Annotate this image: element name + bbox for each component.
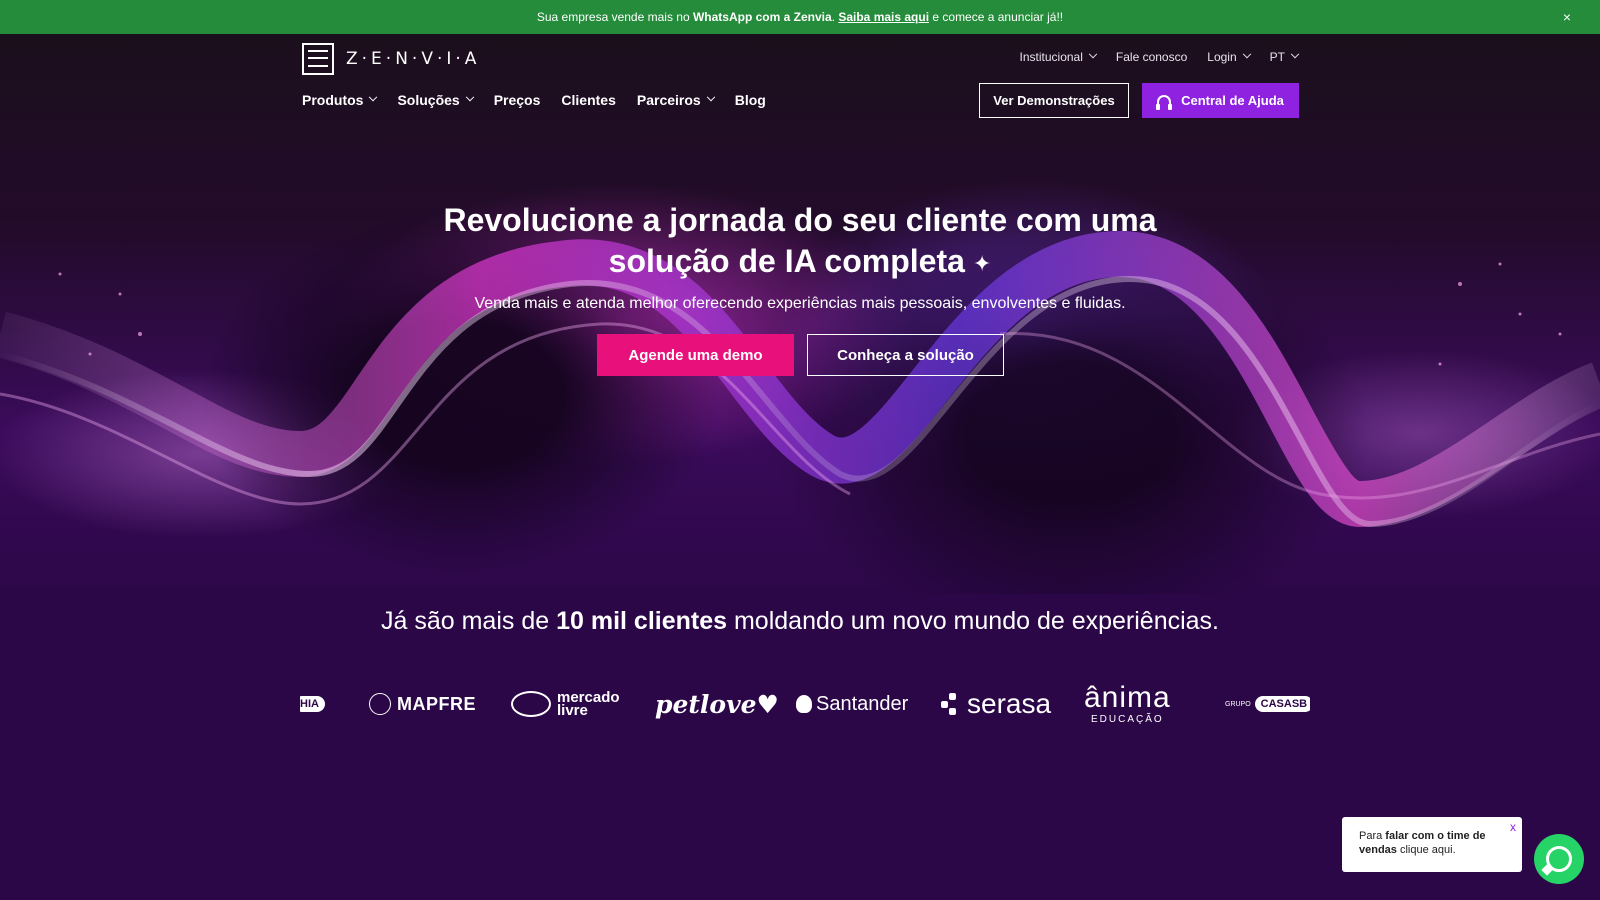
chevron-down-icon [1088, 49, 1098, 59]
main-nav: Produtos Soluções Preços Clientes Parcei… [302, 92, 766, 108]
client-logo-petlove: petlove♥ [655, 689, 779, 719]
nav-clientes[interactable]: Clientes [561, 92, 615, 108]
client-logo-anima: ânima EDUCAÇÃO [1084, 681, 1171, 725]
client-logo-mercado-livre: mercado livre [511, 676, 620, 732]
announcement-link[interactable]: Saiba mais aqui [838, 10, 929, 24]
hero-background [0, 34, 1600, 594]
chevron-down-icon [1290, 49, 1300, 59]
nav-precos[interactable]: Preços [494, 92, 541, 108]
client-logo-carousel: HIA MAPFRE mercado livre petlove♥ Santand… [300, 676, 1310, 732]
close-icon[interactable]: × [1558, 8, 1576, 26]
client-logo-mapfre: MAPFRE [369, 676, 476, 732]
client-logo-casas-bahia: GRUPO CASASB [1225, 676, 1310, 732]
serasa-dots-icon [941, 693, 963, 715]
nav-blog[interactable]: Blog [735, 92, 766, 108]
ver-demonstracoes-button[interactable]: Ver Demonstrações [979, 83, 1129, 118]
santander-flame-icon [796, 695, 812, 713]
announcement-text: Sua empresa vende mais no WhatsApp com a… [536, 10, 1064, 24]
whatsapp-icon [1546, 846, 1572, 872]
headset-icon [1156, 94, 1173, 110]
sparkle-icon: ✦ [972, 251, 992, 277]
central-de-ajuda-button[interactable]: Central de Ajuda [1142, 83, 1299, 118]
conheca-solucao-button[interactable]: Conheça a solução [807, 334, 1004, 376]
chevron-down-icon [1242, 49, 1251, 59]
announcement-bar: Sua empresa vende mais no WhatsApp com a… [0, 0, 1600, 34]
sales-chat-tooltip[interactable]: Para falar com o time de vendas clique a… [1342, 817, 1522, 872]
topnav-language[interactable]: PT [1270, 49, 1300, 64]
nav-produtos[interactable]: Produtos [302, 92, 378, 108]
agende-demo-button[interactable]: Agende uma demo [597, 334, 794, 376]
handshake-icon [511, 691, 551, 717]
zenvia-logo-icon [302, 43, 334, 75]
hero-title: Revolucione a jornada do seu cliente com… [300, 200, 1300, 284]
whatsapp-button[interactable] [1534, 834, 1584, 884]
chevron-down-icon [465, 92, 474, 102]
client-logo-serasa: serasa [941, 676, 1051, 732]
clients-heading: Já são mais de 10 mil clientes moldando … [381, 607, 1219, 635]
nav-solucoes[interactable]: Soluções [397, 92, 474, 108]
topnav-fale-conosco[interactable]: Fale conosco [1116, 50, 1187, 64]
client-logo-santander: Santander [796, 676, 908, 732]
zenvia-logo[interactable]: Z·E·N·V·I·A [302, 43, 480, 75]
client-logo-partial: HIA [300, 676, 325, 732]
logo-text: Z·E·N·V·I·A [346, 49, 481, 69]
top-utility-nav: Institucional Fale conosco Login PT [1020, 49, 1300, 64]
hero-subtitle: Venda mais e atenda melhor oferecendo ex… [474, 295, 1126, 312]
wave-graphic [0, 230, 1600, 528]
close-icon[interactable]: x [1510, 820, 1516, 834]
chevron-down-icon [369, 92, 378, 102]
topnav-login[interactable]: Login [1207, 49, 1251, 64]
mapfre-emblem-icon [369, 693, 391, 715]
chevron-down-icon [706, 92, 715, 102]
topnav-institucional[interactable]: Institucional [1020, 49, 1098, 64]
nav-parceiros[interactable]: Parceiros [637, 92, 715, 108]
